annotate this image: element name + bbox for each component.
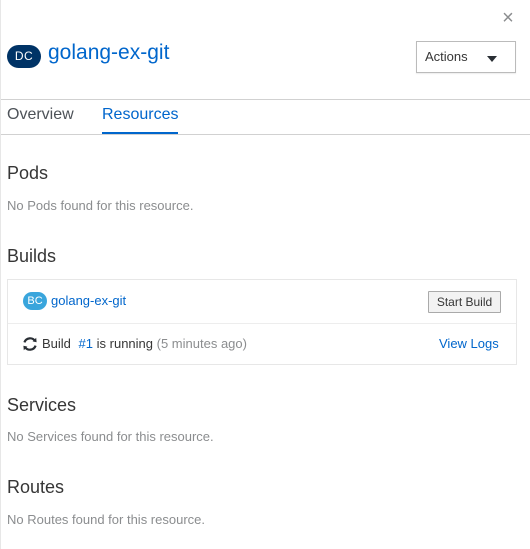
build-timestamp: (5 minutes ago) xyxy=(156,336,247,351)
pods-empty-message: No Pods found for this resource. xyxy=(7,198,194,213)
tab-overview[interactable]: Overview xyxy=(7,105,74,132)
build-config-row: BC golang-ex-git Start Build xyxy=(8,280,516,324)
actions-dropdown-label: Actions xyxy=(425,49,468,64)
build-config-badge: BC xyxy=(23,292,47,310)
build-status-text: Build #1 is running (5 minutes ago) xyxy=(42,336,247,352)
builds-section-title: Builds xyxy=(7,246,57,266)
resource-sidebar-panel: × DC golang-ex-git Actions Overview Reso… xyxy=(0,0,530,549)
build-prefix: Build xyxy=(42,336,71,351)
services-section-title: Services xyxy=(7,395,77,415)
sync-icon xyxy=(23,337,37,351)
build-state: is running xyxy=(96,336,154,351)
build-number-link[interactable]: #1 xyxy=(79,336,93,351)
routes-empty-message: No Routes found for this resource. xyxy=(7,512,205,527)
actions-dropdown[interactable]: Actions xyxy=(416,41,516,73)
tab-bar: Overview Resources xyxy=(1,100,530,135)
build-config-link[interactable]: golang-ex-git xyxy=(51,293,126,309)
resource-title-row: DC golang-ex-git xyxy=(7,40,169,69)
view-logs-link[interactable]: View Logs xyxy=(439,336,499,352)
build-config-card: BC golang-ex-git Start Build Build #1 is… xyxy=(7,279,517,365)
services-empty-message: No Services found for this resource. xyxy=(7,429,214,444)
caret-down-icon xyxy=(487,56,497,62)
panel-header: × DC golang-ex-git Actions xyxy=(1,0,530,100)
pods-section-title: Pods xyxy=(7,163,49,183)
build-status-row: Build #1 is running (5 minutes ago) View… xyxy=(8,324,516,365)
close-icon[interactable]: × xyxy=(499,8,517,28)
routes-section-title: Routes xyxy=(7,477,65,497)
deployment-config-badge: DC xyxy=(7,44,41,68)
resource-title-link[interactable]: golang-ex-git xyxy=(48,40,169,66)
start-build-button[interactable]: Start Build xyxy=(428,291,501,313)
tab-resources[interactable]: Resources xyxy=(102,105,179,134)
